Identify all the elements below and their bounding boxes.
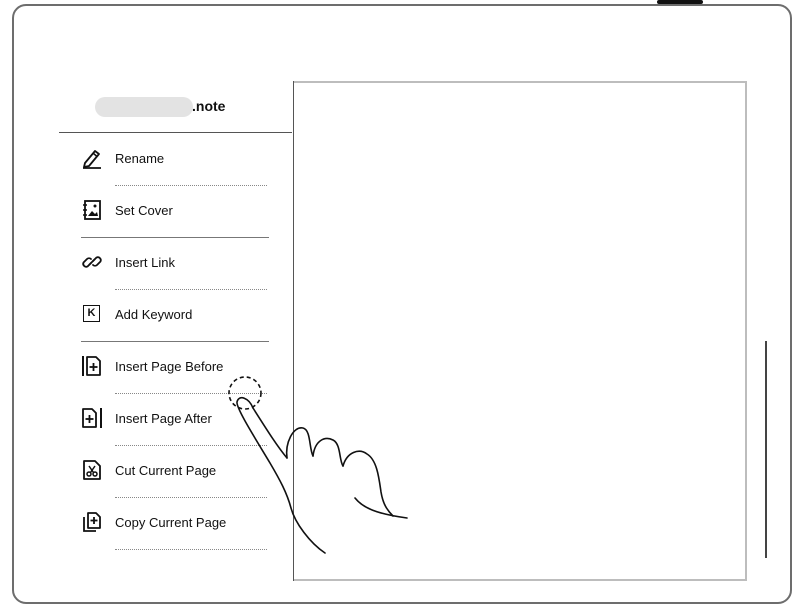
menu-item-label: Insert Link — [115, 255, 175, 270]
filename-redacted — [95, 97, 193, 117]
menu-item-set-cover[interactable]: Set Cover — [59, 185, 292, 237]
device-power-button[interactable] — [657, 0, 703, 4]
cover-image-icon — [83, 200, 101, 220]
copy-page-icon — [83, 512, 101, 532]
menu-item-rename[interactable]: Rename — [59, 133, 292, 185]
menu-header: .note — [59, 81, 292, 133]
filename-extension: .note — [192, 98, 226, 114]
insert-page-after-icon — [82, 408, 102, 428]
page-scrollbar[interactable] — [765, 341, 767, 558]
menu-item-insert-link[interactable]: Insert Link — [59, 237, 292, 289]
menu-item-add-keyword[interactable]: K Add Keyword — [59, 289, 292, 341]
menu-item-label: Cut Current Page — [115, 463, 217, 478]
menu-item-label: Rename — [115, 151, 165, 166]
tap-gesture-hand-icon — [228, 376, 408, 554]
keyword-k-icon: K — [83, 305, 100, 322]
menu-item-label: Insert Page Before — [115, 359, 224, 374]
insert-page-before-icon — [82, 356, 101, 376]
cut-page-icon — [83, 460, 101, 480]
link-icon — [82, 256, 102, 268]
menu-item-label: Set Cover — [115, 203, 173, 218]
menu-item-label: Copy Current Page — [115, 515, 227, 530]
menu-item-label: Add Keyword — [115, 307, 193, 322]
menu-item-label: Insert Page After — [115, 411, 212, 426]
pencil-icon — [83, 150, 101, 169]
